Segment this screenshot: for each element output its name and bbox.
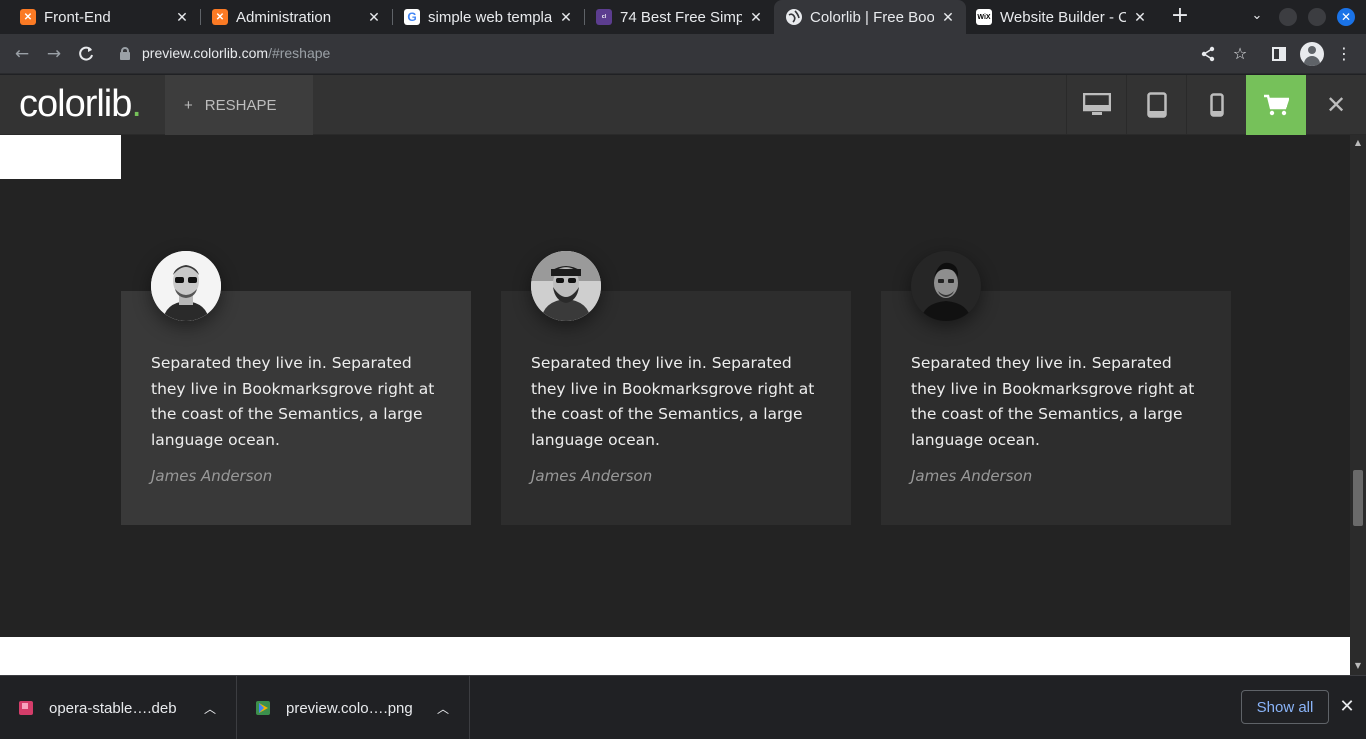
tab-title: Colorlib | Free Boo (810, 8, 934, 26)
testimonial-card: Separated they live in. Separated they l… (501, 291, 851, 525)
tab-title: Administration (236, 8, 332, 26)
download-shelf: opera-stable….deb ︿ preview.colo….png ︿ … (0, 675, 1366, 739)
window-close-button[interactable]: ✕ (1337, 8, 1355, 26)
address-bar-url[interactable]: preview.colorlib.com/#reshape (142, 45, 330, 61)
tab-close-icon[interactable]: ✕ (1132, 9, 1148, 25)
download-item[interactable]: opera-stable….deb ︿ (0, 676, 237, 739)
tab-close-icon[interactable]: ✕ (366, 9, 382, 25)
testimonial-quote: Separated they live in. Separated they l… (531, 354, 815, 449)
chevron-up-icon[interactable]: ︿ (200, 700, 220, 717)
scroll-down-arrow-icon[interactable]: ▼ (1352, 661, 1364, 671)
shopping-cart-icon (1264, 94, 1289, 116)
image-file-icon (255, 700, 271, 716)
logo-dot: . (131, 83, 142, 125)
theme-name-button[interactable]: + RESHAPE (165, 75, 313, 135)
mobile-view-button[interactable] (1186, 75, 1246, 135)
tab-colorlib-active[interactable]: Colorlib | Free Boo ✕ (774, 0, 966, 34)
lock-icon[interactable] (120, 47, 130, 60)
desktop-icon (1082, 93, 1111, 115)
colorlib-preview-bar: colorlib. + RESHAPE ✕ (0, 75, 1366, 135)
buy-theme-button[interactable] (1246, 75, 1306, 135)
logo-text: colorlib (19, 83, 132, 125)
back-arrow-icon[interactable]: ← (12, 44, 32, 64)
browser-toolbar: ← → preview.colorlib.com/#reshape ☆ ⋮ (0, 34, 1366, 74)
url-path: /#reshape (268, 45, 331, 61)
close-shelf-icon[interactable]: ✕ (1337, 697, 1357, 717)
tab-search-chevron-icon[interactable]: ⌄ (1248, 7, 1266, 25)
testimonial-author: James Anderson (911, 467, 1033, 485)
tab-title: Front-End (44, 8, 111, 26)
scrollbar-thumb[interactable] (1353, 470, 1363, 526)
tab-title: 74 Best Free Simple (620, 8, 742, 26)
reload-icon[interactable] (76, 44, 96, 64)
xampp-icon: ✕ (212, 9, 228, 25)
deb-package-icon (18, 700, 34, 716)
tab-best-free-simple[interactable]: cl 74 Best Free Simple ✕ (576, 0, 774, 34)
tab-front-end[interactable]: ✕ Front-End ✕ (0, 0, 200, 34)
testimonial-author: James Anderson (531, 467, 653, 485)
download-filename: preview.colo….png (286, 699, 413, 717)
tablet-icon (1146, 92, 1167, 118)
tab-close-icon[interactable]: ✕ (558, 9, 574, 25)
plus-icon: + (184, 96, 193, 114)
testimonial-quote: Separated they live in. Separated they l… (911, 354, 1195, 449)
testimonial-quote: Separated they live in. Separated they l… (151, 354, 435, 449)
tab-google-search[interactable]: G simple web templa ✕ (384, 0, 584, 34)
side-panel-icon[interactable] (1269, 44, 1289, 64)
maximize-button[interactable] (1308, 8, 1326, 26)
download-item[interactable]: preview.colo….png ︿ (237, 676, 470, 739)
avatar (911, 251, 981, 321)
tab-administration[interactable]: ✕ Administration ✕ (192, 0, 392, 34)
testimonial-card: Separated they live in. Separated they l… (121, 291, 471, 525)
tab-website-builder[interactable]: WiX Website Builder - C ✕ (966, 0, 1158, 34)
show-all-downloads-button[interactable]: Show all (1241, 690, 1329, 724)
white-section-edge (0, 637, 1350, 675)
xampp-icon: ✕ (20, 9, 36, 25)
tablet-view-button[interactable] (1126, 75, 1186, 135)
tab-close-icon[interactable]: ✕ (174, 9, 190, 25)
tab-title: simple web templa (428, 8, 552, 26)
page-scrollbar[interactable] (1350, 135, 1366, 675)
menu-kebab-icon[interactable]: ⋮ (1334, 44, 1354, 64)
chevron-up-icon[interactable]: ︿ (433, 700, 453, 717)
desktop-view-button[interactable] (1066, 75, 1126, 135)
tab-strip: ✕ Front-End ✕ ✕ Administration ✕ G simpl… (0, 0, 1366, 34)
new-tab-button[interactable]: + (1169, 5, 1191, 27)
share-icon[interactable] (1198, 44, 1218, 64)
theme-name-label: RESHAPE (204, 96, 277, 114)
testimonial-card: Separated they live in. Separated they l… (881, 291, 1231, 525)
colorlib-icon: cl (596, 9, 612, 25)
download-filename: opera-stable….deb (49, 699, 177, 717)
avatar (531, 251, 601, 321)
bookmark-star-icon[interactable]: ☆ (1230, 44, 1250, 64)
globe-icon (786, 9, 802, 25)
tab-title: Website Builder - C (1000, 8, 1126, 26)
mobile-icon (1209, 93, 1224, 117)
google-icon: G (404, 9, 420, 25)
white-section-edge (0, 135, 121, 179)
tab-close-icon[interactable]: ✕ (940, 9, 956, 25)
wix-icon: WiX (976, 9, 992, 25)
scroll-up-arrow-icon[interactable]: ▲ (1352, 138, 1364, 148)
testimonials-section: Separated they live in. Separated they l… (0, 135, 1350, 675)
forward-arrow-icon[interactable]: → (44, 44, 64, 64)
minimize-button[interactable] (1279, 8, 1297, 26)
profile-avatar-icon[interactable] (1300, 42, 1324, 66)
tab-close-icon[interactable]: ✕ (748, 9, 764, 25)
avatar (151, 251, 221, 321)
url-domain: preview.colorlib.com (142, 45, 269, 61)
testimonial-author: James Anderson (151, 467, 273, 485)
close-preview-icon[interactable]: ✕ (1306, 75, 1366, 135)
colorlib-logo[interactable]: colorlib. (19, 83, 142, 126)
